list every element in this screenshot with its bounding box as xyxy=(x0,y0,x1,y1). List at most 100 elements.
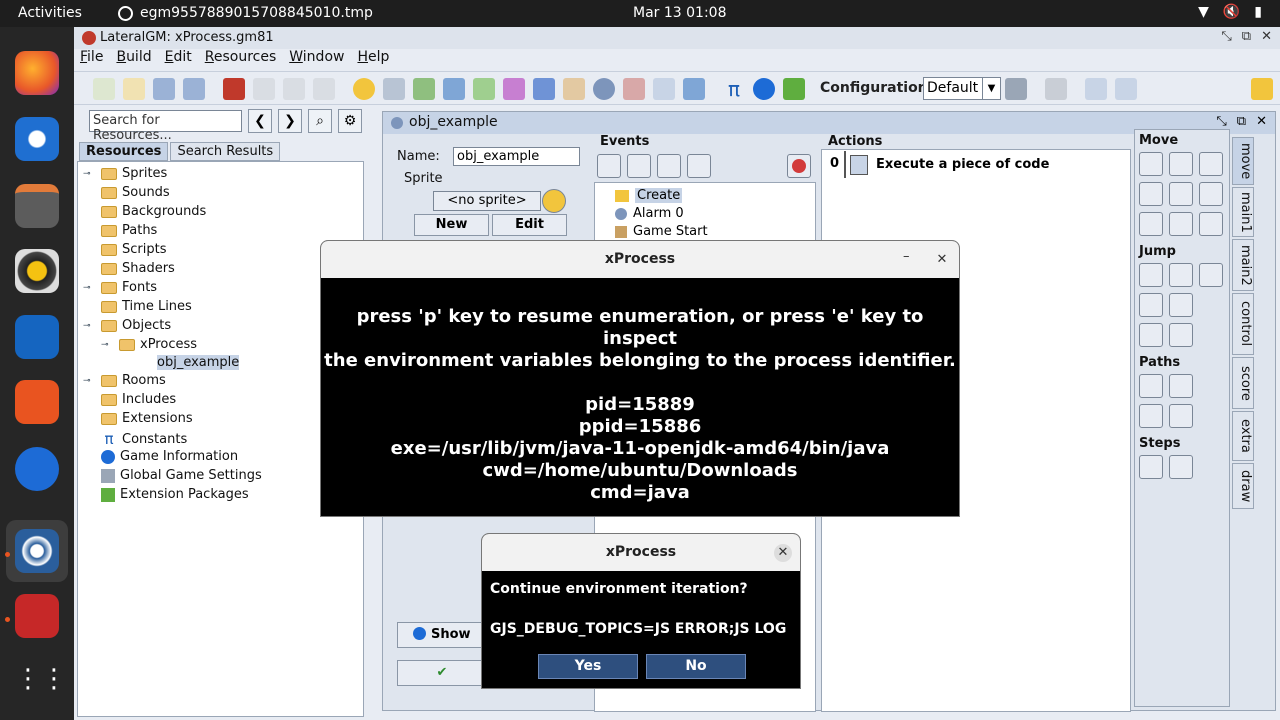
menu-build[interactable]: Build xyxy=(116,49,151,69)
back-button[interactable]: ❮ xyxy=(248,109,272,133)
palette-tab-main1[interactable]: main1 xyxy=(1232,187,1254,237)
game-info-icon[interactable] xyxy=(753,78,775,100)
find-icon[interactable]: ⌕ xyxy=(308,109,332,133)
move-fixed-icon[interactable] xyxy=(1139,152,1163,176)
add-event-icon[interactable] xyxy=(597,154,621,178)
step-towards-icon[interactable] xyxy=(1139,455,1163,479)
wifi-icon[interactable]: ▼ xyxy=(1198,4,1209,20)
action-item[interactable]: Execute a piece of code xyxy=(844,151,1131,178)
path-speed-icon[interactable] xyxy=(1169,404,1193,428)
font-resource-icon[interactable] xyxy=(533,78,555,100)
extension-packages-icon[interactable] xyxy=(783,78,805,100)
run-icon[interactable] xyxy=(253,78,275,100)
menu-file[interactable]: File xyxy=(80,49,103,69)
thunderbird-icon[interactable] xyxy=(15,117,59,161)
lightning-icon[interactable] xyxy=(1251,78,1273,100)
palette-tab-main2[interactable]: main2 xyxy=(1232,239,1254,291)
path-resource-icon[interactable] xyxy=(443,78,465,100)
event-game-start[interactable]: Game Start xyxy=(615,224,708,239)
yes-button[interactable]: Yes xyxy=(538,654,638,679)
tree-node-paths[interactable]: Paths xyxy=(101,223,157,238)
lateralgm-icon[interactable] xyxy=(15,529,59,573)
collapse-icon[interactable]: ⊸ xyxy=(83,169,91,179)
tab-search-results[interactable]: Search Results xyxy=(170,142,281,161)
sprite-select[interactable]: <no sprite> xyxy=(433,191,541,211)
bounce-icon[interactable] xyxy=(1169,323,1193,347)
gravity-icon[interactable] xyxy=(1199,182,1223,206)
speed-vertical-icon[interactable] xyxy=(1169,182,1193,206)
resource-search-input[interactable]: Search for Resources... xyxy=(89,110,242,143)
edit-event-icon[interactable] xyxy=(687,154,711,178)
app-center-icon[interactable] xyxy=(15,380,59,424)
sound-resource-icon[interactable] xyxy=(383,78,405,100)
manual-icon[interactable] xyxy=(1115,78,1137,100)
open-project-icon[interactable] xyxy=(123,78,145,100)
palette-tab-extra[interactable]: extra xyxy=(1232,411,1254,461)
compile-icon[interactable] xyxy=(313,78,335,100)
new-sprite-button[interactable]: New xyxy=(414,214,489,236)
lightning-icon[interactable] xyxy=(627,154,651,178)
tree-node-sounds[interactable]: Sounds xyxy=(101,185,170,200)
tab-resources[interactable]: Resources xyxy=(79,142,169,161)
move-free-icon[interactable] xyxy=(1169,152,1193,176)
palette-tab-move[interactable]: move xyxy=(1232,137,1254,185)
forward-button[interactable]: ❯ xyxy=(278,109,302,133)
edit-sprite-button[interactable]: Edit xyxy=(492,214,567,236)
snap-grid-icon[interactable] xyxy=(1139,293,1163,317)
sprite-picker-icon[interactable] xyxy=(542,189,566,213)
show-apps-icon[interactable]: ⋮⋮ xyxy=(15,657,67,701)
battery-icon[interactable]: ▮ xyxy=(1254,4,1262,20)
tree-node-timelines[interactable]: Time Lines xyxy=(101,299,192,314)
move-contact-icon[interactable] xyxy=(1139,323,1163,347)
focused-window-title[interactable]: egm9557889015708845010.tmp xyxy=(140,5,373,21)
wrap-screen-icon[interactable] xyxy=(1169,293,1193,317)
maximize-icon[interactable]: ⧉ xyxy=(1237,114,1246,129)
collapse-icon[interactable]: ⊸ xyxy=(83,283,91,293)
tree-node-shaders[interactable]: Shaders xyxy=(101,261,175,276)
event-alarm[interactable]: Alarm 0 xyxy=(615,206,684,221)
configuration-select[interactable]: Default ▼ xyxy=(923,77,1001,100)
constants-icon[interactable]: π xyxy=(723,78,745,100)
system-tray[interactable]: ▼ 🔇 ▮ xyxy=(1198,4,1262,20)
close-icon[interactable]: ✕ xyxy=(1256,114,1267,129)
tree-node-scripts[interactable]: Scripts xyxy=(101,242,166,257)
tree-node-fonts[interactable]: Fonts xyxy=(101,280,157,295)
collapse-icon[interactable]: ⊸ xyxy=(83,376,91,386)
path-position-icon[interactable] xyxy=(1139,404,1163,428)
palette-tab-draw[interactable]: draw xyxy=(1232,463,1254,509)
expand-icon[interactable]: ⊸ xyxy=(83,321,91,331)
no-button[interactable]: No xyxy=(646,654,746,679)
filter-icon[interactable]: ⚙ xyxy=(338,109,362,133)
event-create[interactable]: Create xyxy=(615,188,683,203)
tree-node-game-info[interactable]: Game Information xyxy=(101,449,238,464)
move-towards-icon[interactable] xyxy=(1199,152,1223,176)
writer-icon[interactable] xyxy=(15,315,59,359)
tree-node-xprocess[interactable]: xProcess xyxy=(119,337,197,352)
tree-node-objects[interactable]: Objects xyxy=(101,318,171,333)
reverse-horizontal-icon[interactable] xyxy=(1139,212,1163,236)
tree-node-global-settings[interactable]: Global Game Settings xyxy=(101,468,262,483)
name-field[interactable]: obj_example xyxy=(453,147,580,166)
end-path-icon[interactable] xyxy=(1169,374,1193,398)
preferences-icon[interactable] xyxy=(1085,78,1107,100)
clock[interactable]: Mar 13 01:08 xyxy=(633,5,726,21)
room-resource-icon[interactable] xyxy=(623,78,645,100)
copy-event-icon[interactable] xyxy=(657,154,681,178)
tree-node-extension-packages[interactable]: Extension Packages xyxy=(101,487,249,502)
sprite-resource-icon[interactable] xyxy=(353,78,375,100)
friction-icon[interactable] xyxy=(1199,212,1223,236)
jump-start-icon[interactable] xyxy=(1169,263,1193,287)
new-project-icon[interactable] xyxy=(93,78,115,100)
background-resource-icon[interactable] xyxy=(413,78,435,100)
tree-node-rooms[interactable]: Rooms xyxy=(101,373,166,388)
save-icon[interactable] xyxy=(153,78,175,100)
tree-node-extensions[interactable]: Extensions xyxy=(101,411,193,426)
close-icon[interactable]: ✕ xyxy=(933,251,951,269)
volume-muted-icon[interactable]: 🔇 xyxy=(1223,4,1240,20)
debug-icon[interactable] xyxy=(283,78,305,100)
palette-tab-score[interactable]: score xyxy=(1232,357,1254,409)
tree-node-includes[interactable]: Includes xyxy=(101,392,176,407)
expand-icon[interactable]: ⊸ xyxy=(101,340,109,350)
show-info-button[interactable]: Show xyxy=(397,622,487,648)
config-settings-icon[interactable] xyxy=(1005,78,1027,100)
